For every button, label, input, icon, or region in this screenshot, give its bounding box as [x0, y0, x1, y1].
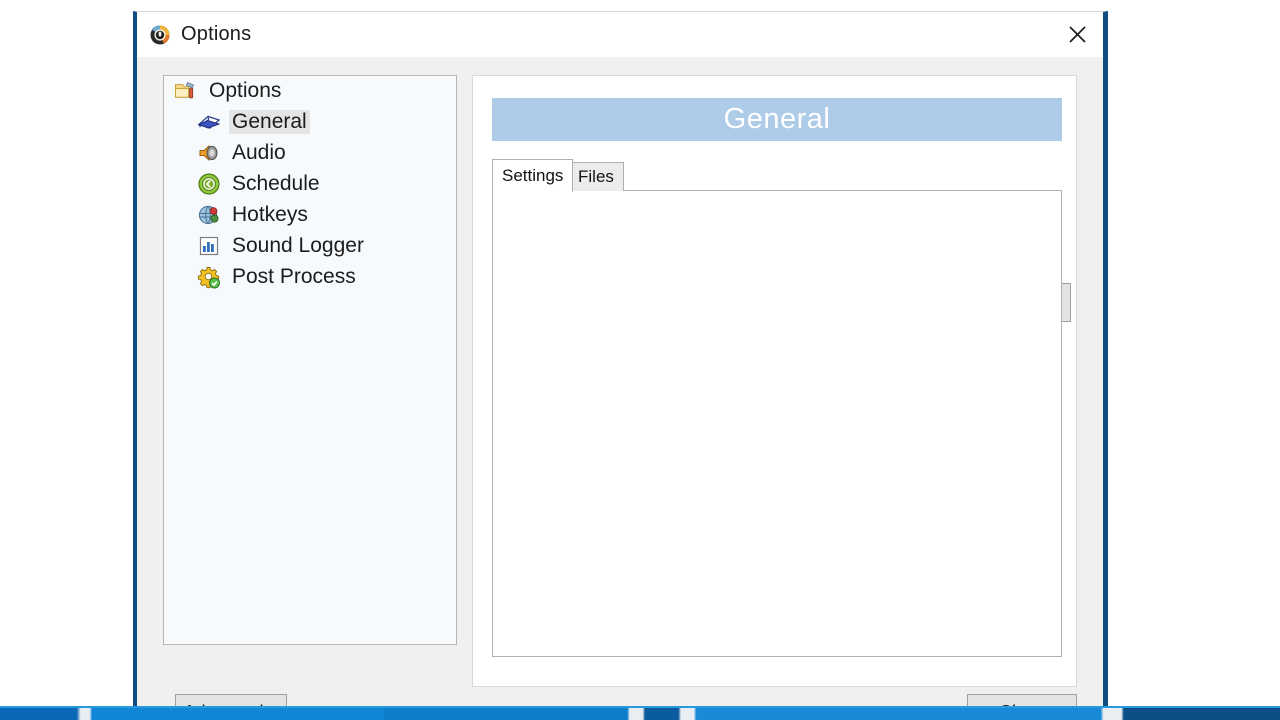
- screen: Options Options General Audio Schedule H…: [0, 0, 1280, 720]
- sidebar-item-post-process[interactable]: Post Process: [164, 261, 456, 292]
- settings-content-panel: General Settings Files Recording device …: [472, 75, 1077, 687]
- options-tree[interactable]: Options General Audio Schedule Hotkeys S…: [163, 75, 457, 645]
- chart-bars-icon: [197, 234, 221, 258]
- sidebar-item-label: Hotkeys: [232, 202, 308, 226]
- tree-root-label: Options: [209, 79, 282, 102]
- folder-tools-icon: [174, 79, 198, 103]
- speaker-icon: [197, 141, 221, 165]
- tab-strip: Settings Files: [492, 159, 1062, 192]
- tab-label: Files: [578, 167, 614, 186]
- tab-label: Settings: [502, 166, 564, 185]
- taskbar[interactable]: [0, 708, 1280, 720]
- dialog-body: Options General Audio Schedule Hotkeys S…: [137, 57, 1103, 720]
- tab-settings[interactable]: Settings: [492, 159, 574, 192]
- app-shutter-icon: [149, 24, 171, 46]
- keyboard-globe-icon: [197, 203, 221, 227]
- sidebar-item-label: General: [229, 109, 310, 134]
- tab-files[interactable]: Files: [568, 162, 624, 191]
- sidebar-item-audio[interactable]: Audio: [164, 137, 456, 168]
- sidebar-item-label: Audio: [232, 140, 286, 164]
- page-banner: General: [492, 98, 1062, 141]
- sidebar-item-hotkeys[interactable]: Hotkeys: [164, 199, 456, 230]
- window-title: Options: [181, 23, 252, 45]
- tree-root-options[interactable]: Options: [164, 76, 456, 106]
- sidebar-item-label: Schedule: [232, 171, 320, 195]
- close-icon[interactable]: [1051, 12, 1103, 57]
- book-icon: [197, 110, 221, 134]
- sidebar-item-general[interactable]: General: [164, 106, 456, 137]
- clock-icon: [197, 172, 221, 196]
- sidebar-item-label: Post Process: [232, 264, 356, 288]
- page-title: General: [723, 103, 831, 135]
- options-dialog-window: Options Options General Audio Schedule H…: [133, 11, 1108, 720]
- sidebar-item-schedule[interactable]: Schedule: [164, 168, 456, 199]
- gear-check-icon: [197, 265, 221, 289]
- sidebar-item-sound-logger[interactable]: Sound Logger: [164, 230, 456, 261]
- tab-page-settings: [492, 190, 1062, 657]
- sidebar-item-label: Sound Logger: [232, 233, 364, 257]
- title-bar: Options: [137, 12, 1103, 57]
